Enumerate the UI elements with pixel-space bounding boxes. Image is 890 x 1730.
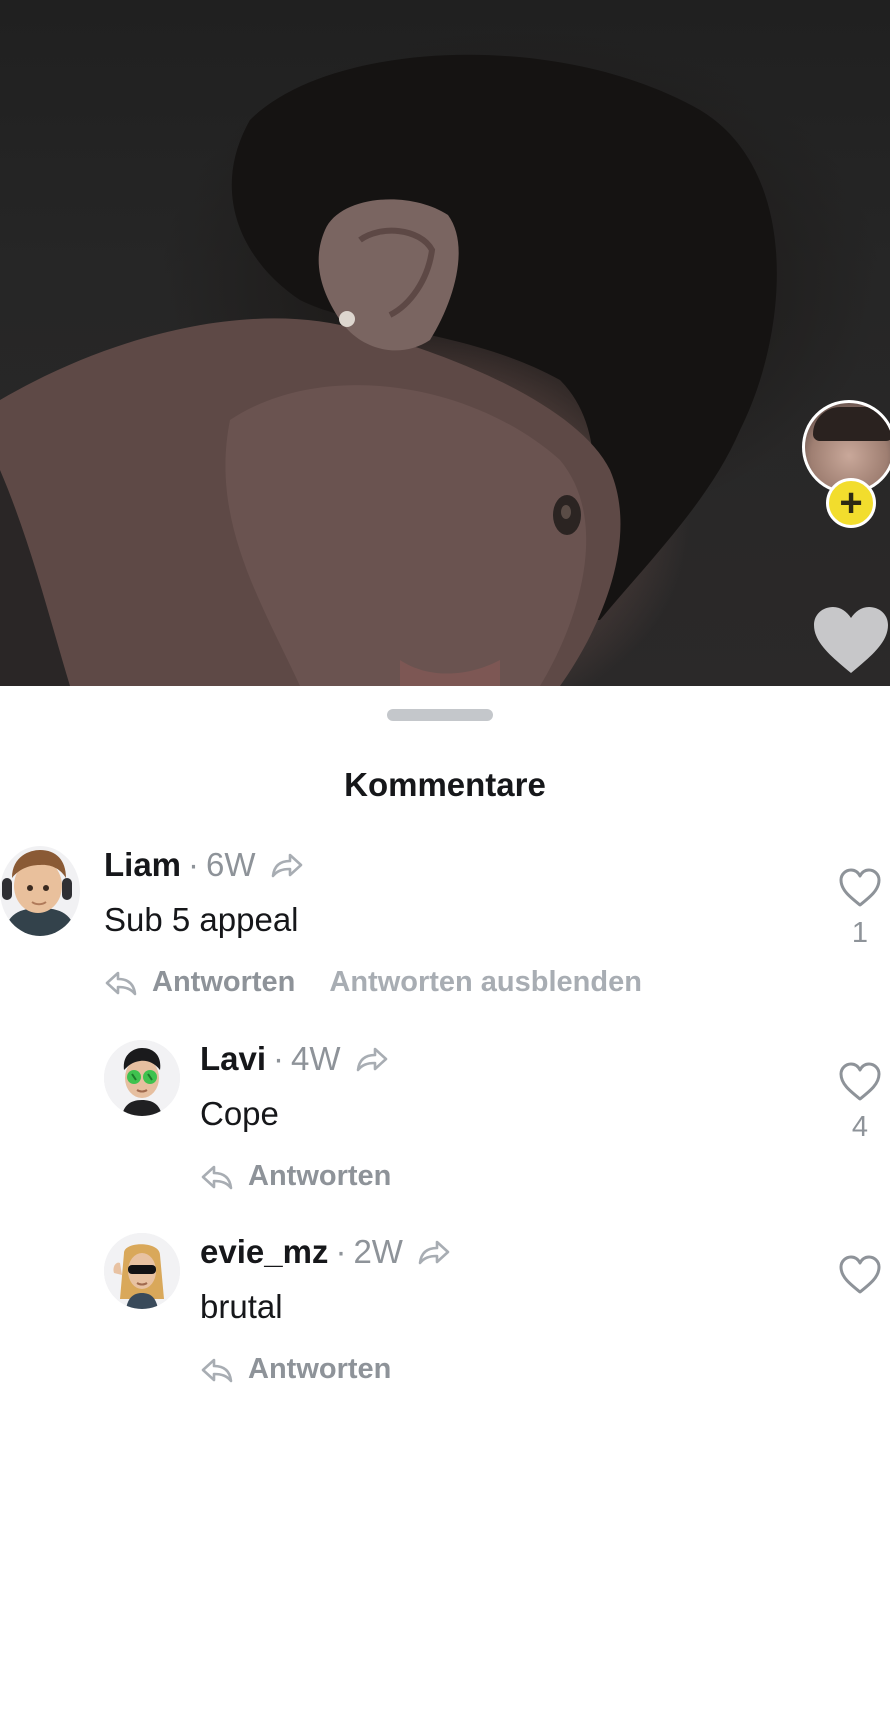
heart-icon[interactable] — [838, 1255, 882, 1295]
comments-sheet: Kommentare Liam · 6W Sub 5 appeal 1 Antw… — [0, 686, 890, 1730]
reply-button[interactable]: Antworten — [152, 966, 295, 999]
comment-username[interactable]: Lavi — [200, 1040, 266, 1078]
sheet-title: Kommentare — [344, 766, 546, 803]
hide-replies-button[interactable]: Antworten ausblenden — [329, 966, 642, 999]
comment-age: 6W — [206, 846, 256, 883]
bitmoji-avatar-image — [104, 1040, 180, 1116]
reply-button[interactable]: Antworten — [248, 1353, 391, 1386]
sheet-grabber[interactable] — [387, 709, 493, 721]
comment-actions: Antworten — [200, 1160, 391, 1193]
heart-icon[interactable] — [812, 605, 890, 675]
comment-header: Lavi · 4W — [200, 1040, 389, 1078]
bitmoji-avatar-image — [2, 850, 76, 936]
separator-dot: · — [273, 1040, 285, 1077]
follow-plus-icon[interactable]: + — [826, 478, 876, 528]
comment-text: brutal — [200, 1288, 283, 1325]
heart-icon[interactable] — [838, 1062, 882, 1102]
comment-header: Liam · 6W — [104, 846, 304, 884]
bitmoji-avatar-image — [104, 1233, 180, 1309]
video-player[interactable]: + — [0, 0, 890, 686]
reply-icon — [201, 1165, 233, 1189]
avatar[interactable] — [104, 1233, 180, 1309]
separator-dot: · — [335, 1233, 347, 1270]
share-icon[interactable] — [270, 852, 304, 878]
share-icon[interactable] — [355, 1046, 389, 1072]
share-icon[interactable] — [417, 1239, 451, 1265]
comment-actions: Antworten — [200, 1353, 391, 1386]
comment-actions: Antworten Antworten ausblenden — [104, 966, 642, 999]
avatar[interactable] — [104, 1040, 180, 1116]
comment-username[interactable]: Liam — [104, 846, 181, 884]
comment-text: Sub 5 appeal — [104, 901, 299, 938]
like-count: 1 — [851, 917, 869, 949]
avatar[interactable] — [0, 846, 80, 936]
reply-icon — [201, 1358, 233, 1382]
reply-icon — [105, 971, 137, 995]
comment-text: Cope — [200, 1095, 279, 1132]
comment-username[interactable]: evie_mz — [200, 1233, 328, 1271]
heart-icon[interactable] — [838, 868, 882, 908]
reply-button[interactable]: Antworten — [248, 1160, 391, 1193]
like-count: 4 — [851, 1111, 869, 1143]
app-root: + Kommentare Liam · 6W Sub 5 appeal 1 An… — [0, 0, 890, 1730]
comment-age: 4W — [291, 1040, 341, 1077]
comment-header: evie_mz · 2W — [200, 1233, 451, 1271]
separator-dot: · — [188, 846, 200, 883]
video-frame — [0, 54, 777, 686]
comment-age: 2W — [353, 1233, 403, 1270]
